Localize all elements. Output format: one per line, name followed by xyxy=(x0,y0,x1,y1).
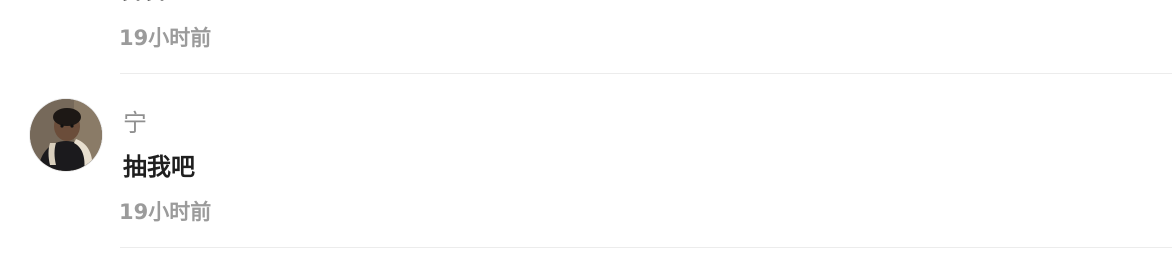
avatar[interactable] xyxy=(30,99,102,171)
divider xyxy=(120,73,1172,74)
comment-list: 鼻鼻 19小时前 宁 抽我吧 19小时前 xyxy=(0,0,1172,264)
comment-item: 鼻鼻 19小时前 xyxy=(0,0,1172,75)
comment-username[interactable]: 宁 xyxy=(123,107,147,139)
user-photo-avatar-icon xyxy=(30,99,102,171)
comment-timestamp: 19小时前 xyxy=(119,200,212,224)
comment-timestamp: 19小时前 xyxy=(119,26,212,50)
divider xyxy=(120,247,1172,248)
comment-content: 鼻鼻 xyxy=(122,0,170,6)
comment-content: 抽我吧 xyxy=(123,153,195,181)
comment-item: 宁 抽我吧 19小时前 xyxy=(0,75,1172,249)
